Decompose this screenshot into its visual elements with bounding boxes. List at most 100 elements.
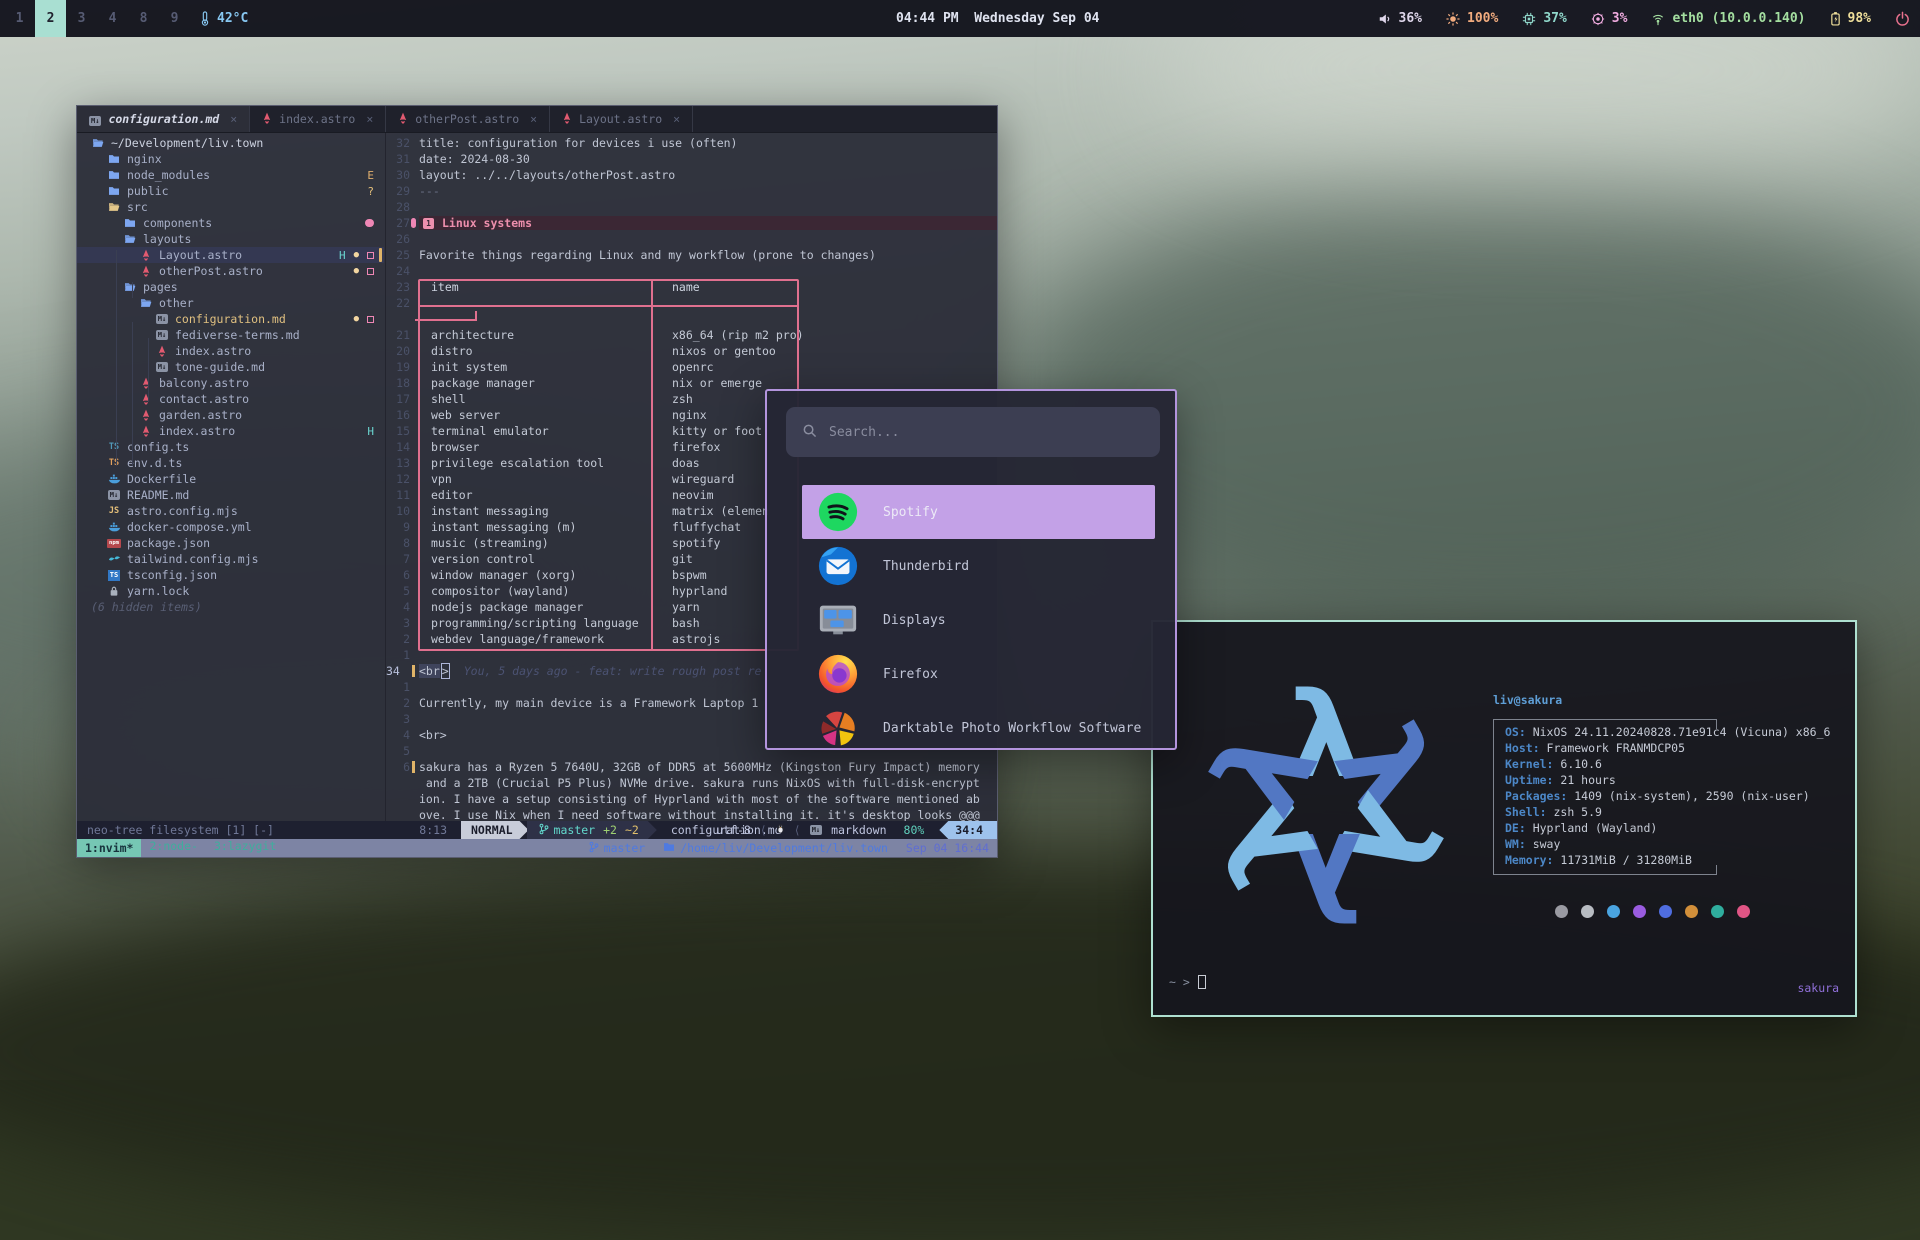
modified-dot: ● — [354, 314, 359, 324]
editor-line: 26 — [386, 231, 997, 247]
tree-item-balcony.astro[interactable]: balcony.astro — [77, 375, 384, 391]
tree-item-Dockerfile[interactable]: Dockerfile — [77, 471, 384, 487]
tree-item-label: src — [127, 200, 148, 214]
terminal-host-label: sakura — [1797, 981, 1839, 995]
tree-item-label: ~/Development/liv.town — [111, 136, 263, 150]
tree-item-Layout.astro[interactable]: Layout.astroH● — [77, 247, 384, 263]
temperature-module: 42°C — [200, 0, 248, 37]
workspace-3[interactable]: 3 — [66, 0, 97, 37]
indent-guide — [132, 322, 133, 466]
tree-item-components[interactable]: components — [77, 215, 384, 231]
darktable-icon — [817, 707, 859, 749]
tree-item-README.md[interactable]: M↓README.md — [77, 487, 384, 503]
tree-item-nginx[interactable]: nginx — [77, 151, 384, 167]
tree-item-6hiddenitems[interactable]: (6 hidden items) — [77, 599, 384, 615]
tree-item-label: config.ts — [127, 440, 189, 454]
mode-indicator: NORMAL — [461, 821, 529, 839]
workspace-2[interactable]: 2 — [35, 0, 66, 37]
git-added: +2 — [603, 823, 617, 837]
tree-item-otherPost.astro[interactable]: otherPost.astro● — [77, 263, 384, 279]
tab-otherPost.astro[interactable]: otherPost.astro× — [386, 106, 550, 132]
tree-item-tone-guide.md[interactable]: M↓tone-guide.md — [77, 359, 384, 375]
tree-item-public[interactable]: public? — [77, 183, 384, 199]
editor-line — [386, 311, 997, 327]
tree-item-~Developmentliv.town[interactable]: ~/Development/liv.town — [77, 135, 384, 151]
tmux-path: /home/liv/Development/liv.town — [663, 841, 888, 855]
tree-item-config.ts[interactable]: TSconfig.ts — [77, 439, 384, 455]
tree-item-yarn.lock[interactable]: yarn.lock — [77, 583, 384, 599]
shell-prompt[interactable]: ~ > — [1169, 975, 1206, 989]
tree-item-pages[interactable]: pages — [77, 279, 384, 295]
module-value: 36% — [1399, 11, 1422, 26]
tree-item-label: pages — [143, 280, 178, 294]
launcher-item-Thunderbird[interactable]: Thunderbird — [802, 539, 1155, 593]
power-module[interactable] — [1895, 11, 1910, 26]
editor-line: 32title: configuration for devices i use… — [386, 135, 997, 151]
fetch-info-packages: Packages: 1409 (nix-system), 2590 (nix-u… — [1505, 789, 1920, 805]
editor-line: 25Favorite things regarding Linux and my… — [386, 247, 997, 263]
buffer-square-icon — [367, 268, 374, 275]
tab-label: Layout.astro — [579, 112, 662, 126]
markdown-icon: M↓ — [89, 112, 101, 126]
brightness-icon — [1446, 12, 1460, 26]
tree-item-label: tailwind.config.mjs — [127, 552, 259, 566]
close-icon[interactable]: × — [366, 112, 373, 126]
tmux-window-1:nvim*[interactable]: 1:nvim* — [77, 839, 141, 857]
workspace-1[interactable]: 1 — [4, 0, 35, 37]
tree-item-label: balcony.astro — [159, 376, 249, 390]
launcher-item-Firefox[interactable]: Firefox — [802, 647, 1155, 701]
tree-item-label: astro.config.mjs — [127, 504, 238, 518]
git-branch-icon — [589, 841, 599, 856]
tree-item-index.astro[interactable]: index.astro — [77, 343, 384, 359]
tree-item-garden.astro[interactable]: garden.astro — [77, 407, 384, 423]
workspace-8[interactable]: 8 — [128, 0, 159, 37]
color-dot — [1555, 905, 1568, 918]
tree-item-configuration.md[interactable]: M↓configuration.md● — [77, 311, 384, 327]
tab-Layout.astro[interactable]: Layout.astro × — [550, 106, 693, 132]
fetch-info-lines: OS: NixOS 24.11.20240828.71e91c4 (Vicuna… — [1505, 725, 1920, 869]
table-row: 19init systemopenrc — [386, 359, 997, 375]
workspace-4[interactable]: 4 — [97, 0, 128, 37]
separator: ⟨ — [760, 823, 767, 837]
launcher-item-Spotify[interactable]: Spotify — [802, 485, 1155, 539]
launcher-item-Displays[interactable]: Displays — [802, 593, 1155, 647]
markdown-heading-line: 271Linux systems — [386, 215, 997, 231]
tmux-window-3:lazygit[interactable]: 3:lazygit — [206, 839, 284, 857]
tree-item-astro.config.mjs[interactable]: JSastro.config.mjs — [77, 503, 384, 519]
tree-item-label: other — [159, 296, 194, 310]
launcher-item-Darktable[interactable]: Darktable Photo Workflow Software — [802, 701, 1155, 750]
tab-configuration.md[interactable]: M↓configuration.md× — [77, 106, 250, 132]
tree-item-env.d.ts[interactable]: TSenv.d.ts — [77, 455, 384, 471]
tree-item-src[interactable]: src — [77, 199, 384, 215]
color-dot — [1659, 905, 1672, 918]
tree-item-index.astro[interactable]: index.astroH — [77, 423, 384, 439]
workspace-switcher: 123489 — [4, 0, 190, 37]
buffer-square-icon — [367, 252, 374, 259]
fastfetch-terminal[interactable]: λλλλλλ liv@sakura OS: NixOS 24.11.202408… — [1151, 620, 1857, 1017]
tree-item-fediverse-terms.md[interactable]: M↓fediverse-terms.md — [77, 327, 384, 343]
statusline-clock: 8:13 — [377, 823, 447, 837]
close-icon[interactable]: × — [673, 112, 680, 126]
search-input[interactable]: Search... — [786, 407, 1160, 457]
tree-item-docker-compose.yml[interactable]: docker-compose.yml — [77, 519, 384, 535]
tree-item-tailwind.config.mjs[interactable]: tailwind.config.mjs — [77, 551, 384, 567]
close-icon[interactable]: × — [230, 112, 237, 126]
volume-icon — [1378, 12, 1392, 26]
color-dot — [1711, 905, 1724, 918]
tree-item-tsconfig.json[interactable]: TStsconfig.json — [77, 567, 384, 583]
tree-item-node_modules[interactable]: node_modulesE — [77, 167, 384, 183]
tmux-window-2:node-[interactable]: 2:node- — [141, 839, 205, 857]
tree-item-layouts[interactable]: layouts — [77, 231, 384, 247]
module-value: 100% — [1467, 11, 1498, 26]
workspace-9[interactable]: 9 — [159, 0, 190, 37]
tab-index.astro[interactable]: index.astro× — [250, 106, 386, 132]
tree-item-other[interactable]: other — [77, 295, 384, 311]
tree-item-label: node_modules — [127, 168, 210, 182]
cpu-module: 37% — [1522, 11, 1566, 26]
tree-item-contact.astro[interactable]: contact.astro — [77, 391, 384, 407]
tree-item-package.json[interactable]: npmpackage.json — [77, 535, 384, 551]
firefox-icon — [817, 653, 859, 695]
search-placeholder: Search... — [829, 425, 899, 440]
fetch-info-uptime: Uptime: 21 hours — [1505, 773, 1920, 789]
close-icon[interactable]: × — [530, 112, 537, 126]
